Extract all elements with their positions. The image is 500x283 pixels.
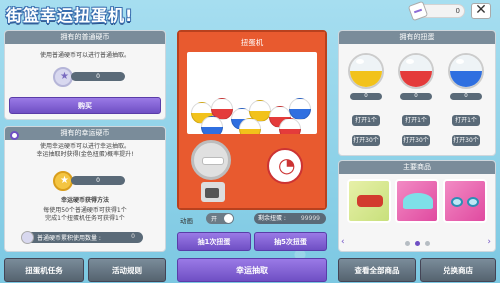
coin-slot-icon: [267, 148, 303, 184]
wings-icon: [403, 193, 433, 209]
featured-panel: 主要商品 ‹ ›: [338, 160, 496, 252]
ticket-counter: 0: [407, 0, 465, 22]
used-value: 0: [131, 233, 135, 240]
blue-open30-button[interactable]: 打开30个: [452, 135, 480, 146]
chevron-left-icon[interactable]: ‹: [341, 237, 345, 247]
machine-label: 扭蛋机: [179, 32, 325, 52]
yellow-capsule-count: 0: [350, 93, 382, 100]
mission-button[interactable]: 扭蛋机任务: [4, 258, 84, 282]
gacha-machine: 扭蛋机: [177, 30, 327, 210]
toggle-label: 开: [211, 216, 218, 223]
mask-icon: [357, 195, 383, 207]
page-dot[interactable]: [405, 241, 410, 246]
featured-heading: 主要商品: [339, 161, 495, 174]
remain-label: 剩余扭蛋 :: [258, 215, 286, 222]
capsule-window: [187, 52, 317, 134]
lucky-coin-desc-2: 幸运抽取时获得(金色扭蛋)概率提升!: [36, 151, 134, 158]
page-dot[interactable]: [425, 241, 430, 246]
owned-capsules-panel: 拥有的扭蛋 0 打开1个 打开30个 0 打开1个 打开30个 0 打开1个 打…: [338, 30, 496, 156]
view-all-button[interactable]: 查看全部商品: [338, 258, 416, 282]
capsule-chute: [201, 182, 225, 202]
exchange-shop-button[interactable]: 兑换商店: [420, 258, 496, 282]
red-open1-button[interactable]: 打开1个: [402, 115, 430, 126]
blue-capsule-count: 0: [450, 93, 482, 100]
lucky-coin-heading: 拥有的幸运硬币: [5, 127, 165, 140]
product-mask-item[interactable]: [347, 179, 391, 223]
draw-5-button[interactable]: 抽5次扭蛋: [254, 232, 327, 251]
red-capsule-icon: [398, 53, 434, 89]
machine-body: [179, 136, 325, 208]
capsule-ball: [289, 98, 311, 120]
lucky-method-title: 幸运硬币获得方法: [60, 197, 109, 204]
used-label: 普通硬币累积使用数量 :: [37, 235, 101, 242]
product-glasses-item[interactable]: [443, 179, 487, 223]
product-wings-item[interactable]: [395, 179, 439, 223]
lucky-method-2: 完成1个扭蛋机任务可获得1个: [45, 215, 125, 222]
buy-button[interactable]: 购买: [9, 97, 161, 114]
lucky-coin-radio-icon[interactable]: [10, 131, 19, 140]
normal-coin-count: 0: [71, 72, 125, 81]
lucky-coin-panel: 拥有的幸运硬币 使用幸运硬币可以进行幸运抽取。 幸运抽取时获得(金色扭蛋)概率提…: [4, 126, 166, 252]
capsules-heading: 拥有的扭蛋: [339, 31, 495, 44]
capsule-ball: [239, 118, 261, 134]
normal-coin-heading: 拥有的普通硬币: [5, 31, 165, 44]
yellow-open30-button[interactable]: 打开30个: [352, 135, 380, 146]
chevron-right-icon[interactable]: ›: [487, 237, 491, 247]
lucky-method-1: 每使用50个普通硬币可获得1个: [43, 207, 127, 214]
blue-capsule-icon: [448, 53, 484, 89]
red-capsule-count: 0: [400, 93, 432, 100]
used-counter: 普通硬币累积使用数量 : 0: [21, 231, 143, 244]
page-title: 街篮幸运扭蛋机!: [6, 6, 134, 25]
yellow-capsule-icon: [348, 53, 384, 89]
rules-button[interactable]: 活动规则: [88, 258, 166, 282]
page-dot-active[interactable]: [415, 241, 420, 246]
remaining-capsules: 剩余扭蛋 : 99999: [254, 213, 326, 224]
lucky-coin-icon: ★: [53, 171, 73, 191]
red-open30-button[interactable]: 打开30个: [402, 135, 430, 146]
capsule-ball: [201, 116, 223, 134]
lucky-coin-count: 0: [71, 176, 125, 185]
close-icon[interactable]: ✕: [471, 3, 491, 19]
normal-coin-icon: ★: [53, 67, 73, 87]
capsule-ball: [279, 118, 301, 134]
yellow-open1-button[interactable]: 打开1个: [352, 115, 380, 126]
handle-knob-icon[interactable]: [191, 140, 231, 180]
lucky-coin-desc-1: 使用幸运硬币可以进行幸运抽取。: [39, 143, 130, 150]
draw-1-button[interactable]: 抽1次扭蛋: [177, 232, 251, 251]
normal-coin-desc: 使用普通硬币可以进行普通抽取。: [39, 52, 130, 59]
animation-toggle[interactable]: 开: [206, 213, 234, 224]
ticket-value: 0: [455, 7, 460, 15]
normal-coin-panel: 拥有的普通硬币 使用普通硬币可以进行普通抽取。 ★ 0 购买: [4, 30, 166, 120]
blue-open1-button[interactable]: 打开1个: [452, 115, 480, 126]
glasses-icon: [451, 197, 463, 207]
animation-label: 动画: [180, 217, 193, 225]
remain-value: 99999: [300, 215, 320, 222]
lucky-draw-button[interactable]: 幸运抽取: [177, 258, 327, 282]
coin-small-icon: [21, 231, 34, 244]
